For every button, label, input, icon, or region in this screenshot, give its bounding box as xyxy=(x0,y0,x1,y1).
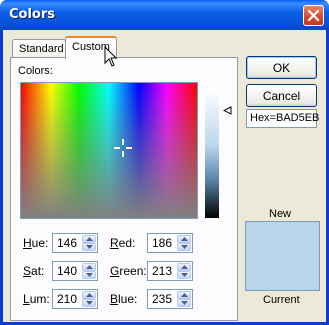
sat-up-button[interactable] xyxy=(82,263,96,271)
luminosity-slider[interactable] xyxy=(205,88,219,218)
down-arrow-icon xyxy=(180,273,188,277)
ok-button[interactable]: OK xyxy=(246,56,317,79)
lum-label: Lum: xyxy=(23,292,50,306)
mouse-cursor-icon xyxy=(104,46,118,67)
sat-value[interactable]: 140 xyxy=(57,264,77,278)
up-arrow-icon xyxy=(180,237,188,241)
up-arrow-icon xyxy=(85,265,93,269)
green-value[interactable]: 213 xyxy=(152,264,172,278)
red-label: Red: xyxy=(110,236,136,250)
red-stepper[interactable]: 186 xyxy=(147,233,193,253)
color-preview-swatch xyxy=(245,221,320,291)
up-arrow-icon xyxy=(85,237,93,241)
blue-stepper[interactable]: 235 xyxy=(147,289,193,309)
sat-down-button[interactable] xyxy=(82,271,96,279)
hue-stepper[interactable]: 146 xyxy=(52,233,98,253)
crosshair-icon xyxy=(114,139,132,157)
green-stepper[interactable]: 213 xyxy=(147,261,193,281)
close-button[interactable] xyxy=(303,5,324,26)
custom-panel: Colors: Hue: 146 Sat: 140 Lum: 210 Red: … xyxy=(10,57,238,321)
window-title: Colors xyxy=(9,7,56,22)
red-down-button[interactable] xyxy=(177,243,191,251)
luminosity-arrow-icon[interactable] xyxy=(223,106,232,115)
up-arrow-icon xyxy=(180,265,188,269)
hue-label: Hue: xyxy=(23,236,49,250)
lum-stepper[interactable]: 210 xyxy=(52,289,98,309)
sat-stepper[interactable]: 140 xyxy=(52,261,98,281)
close-icon xyxy=(308,10,319,21)
colors-label: Colors: xyxy=(18,65,53,77)
colors-dialog: Colors Standard Custom Colors: Hue: 146 … xyxy=(0,0,329,325)
title-bar[interactable]: Colors xyxy=(0,0,329,30)
green-down-button[interactable] xyxy=(177,271,191,279)
down-arrow-icon xyxy=(85,245,93,249)
tab-standard[interactable]: Standard xyxy=(12,39,66,58)
blue-down-button[interactable] xyxy=(177,299,191,307)
blue-label: Blue: xyxy=(110,292,138,306)
down-arrow-icon xyxy=(85,273,93,277)
current-label: Current xyxy=(263,294,300,306)
red-up-button[interactable] xyxy=(177,235,191,243)
lum-up-button[interactable] xyxy=(82,291,96,299)
hex-value: Hex=BAD5EB xyxy=(246,109,319,128)
down-arrow-icon xyxy=(85,301,93,305)
hue-value[interactable]: 146 xyxy=(57,236,77,250)
down-arrow-icon xyxy=(180,245,188,249)
lum-down-button[interactable] xyxy=(82,299,96,307)
down-arrow-icon xyxy=(180,301,188,305)
up-arrow-icon xyxy=(85,293,93,297)
up-arrow-icon xyxy=(180,293,188,297)
blue-value[interactable]: 235 xyxy=(152,292,172,306)
hue-down-button[interactable] xyxy=(82,243,96,251)
sat-label: Sat: xyxy=(23,264,45,278)
green-label: Green: xyxy=(110,264,147,278)
color-spectrum[interactable] xyxy=(20,82,198,219)
blue-up-button[interactable] xyxy=(177,291,191,299)
red-value[interactable]: 186 xyxy=(152,236,172,250)
cancel-button[interactable]: Cancel xyxy=(246,84,317,107)
hue-up-button[interactable] xyxy=(82,235,96,243)
dialog-client: Standard Custom Colors: Hue: 146 Sat: 14… xyxy=(3,30,326,322)
lum-value[interactable]: 210 xyxy=(57,292,77,306)
green-up-button[interactable] xyxy=(177,263,191,271)
new-label: New xyxy=(269,208,292,220)
